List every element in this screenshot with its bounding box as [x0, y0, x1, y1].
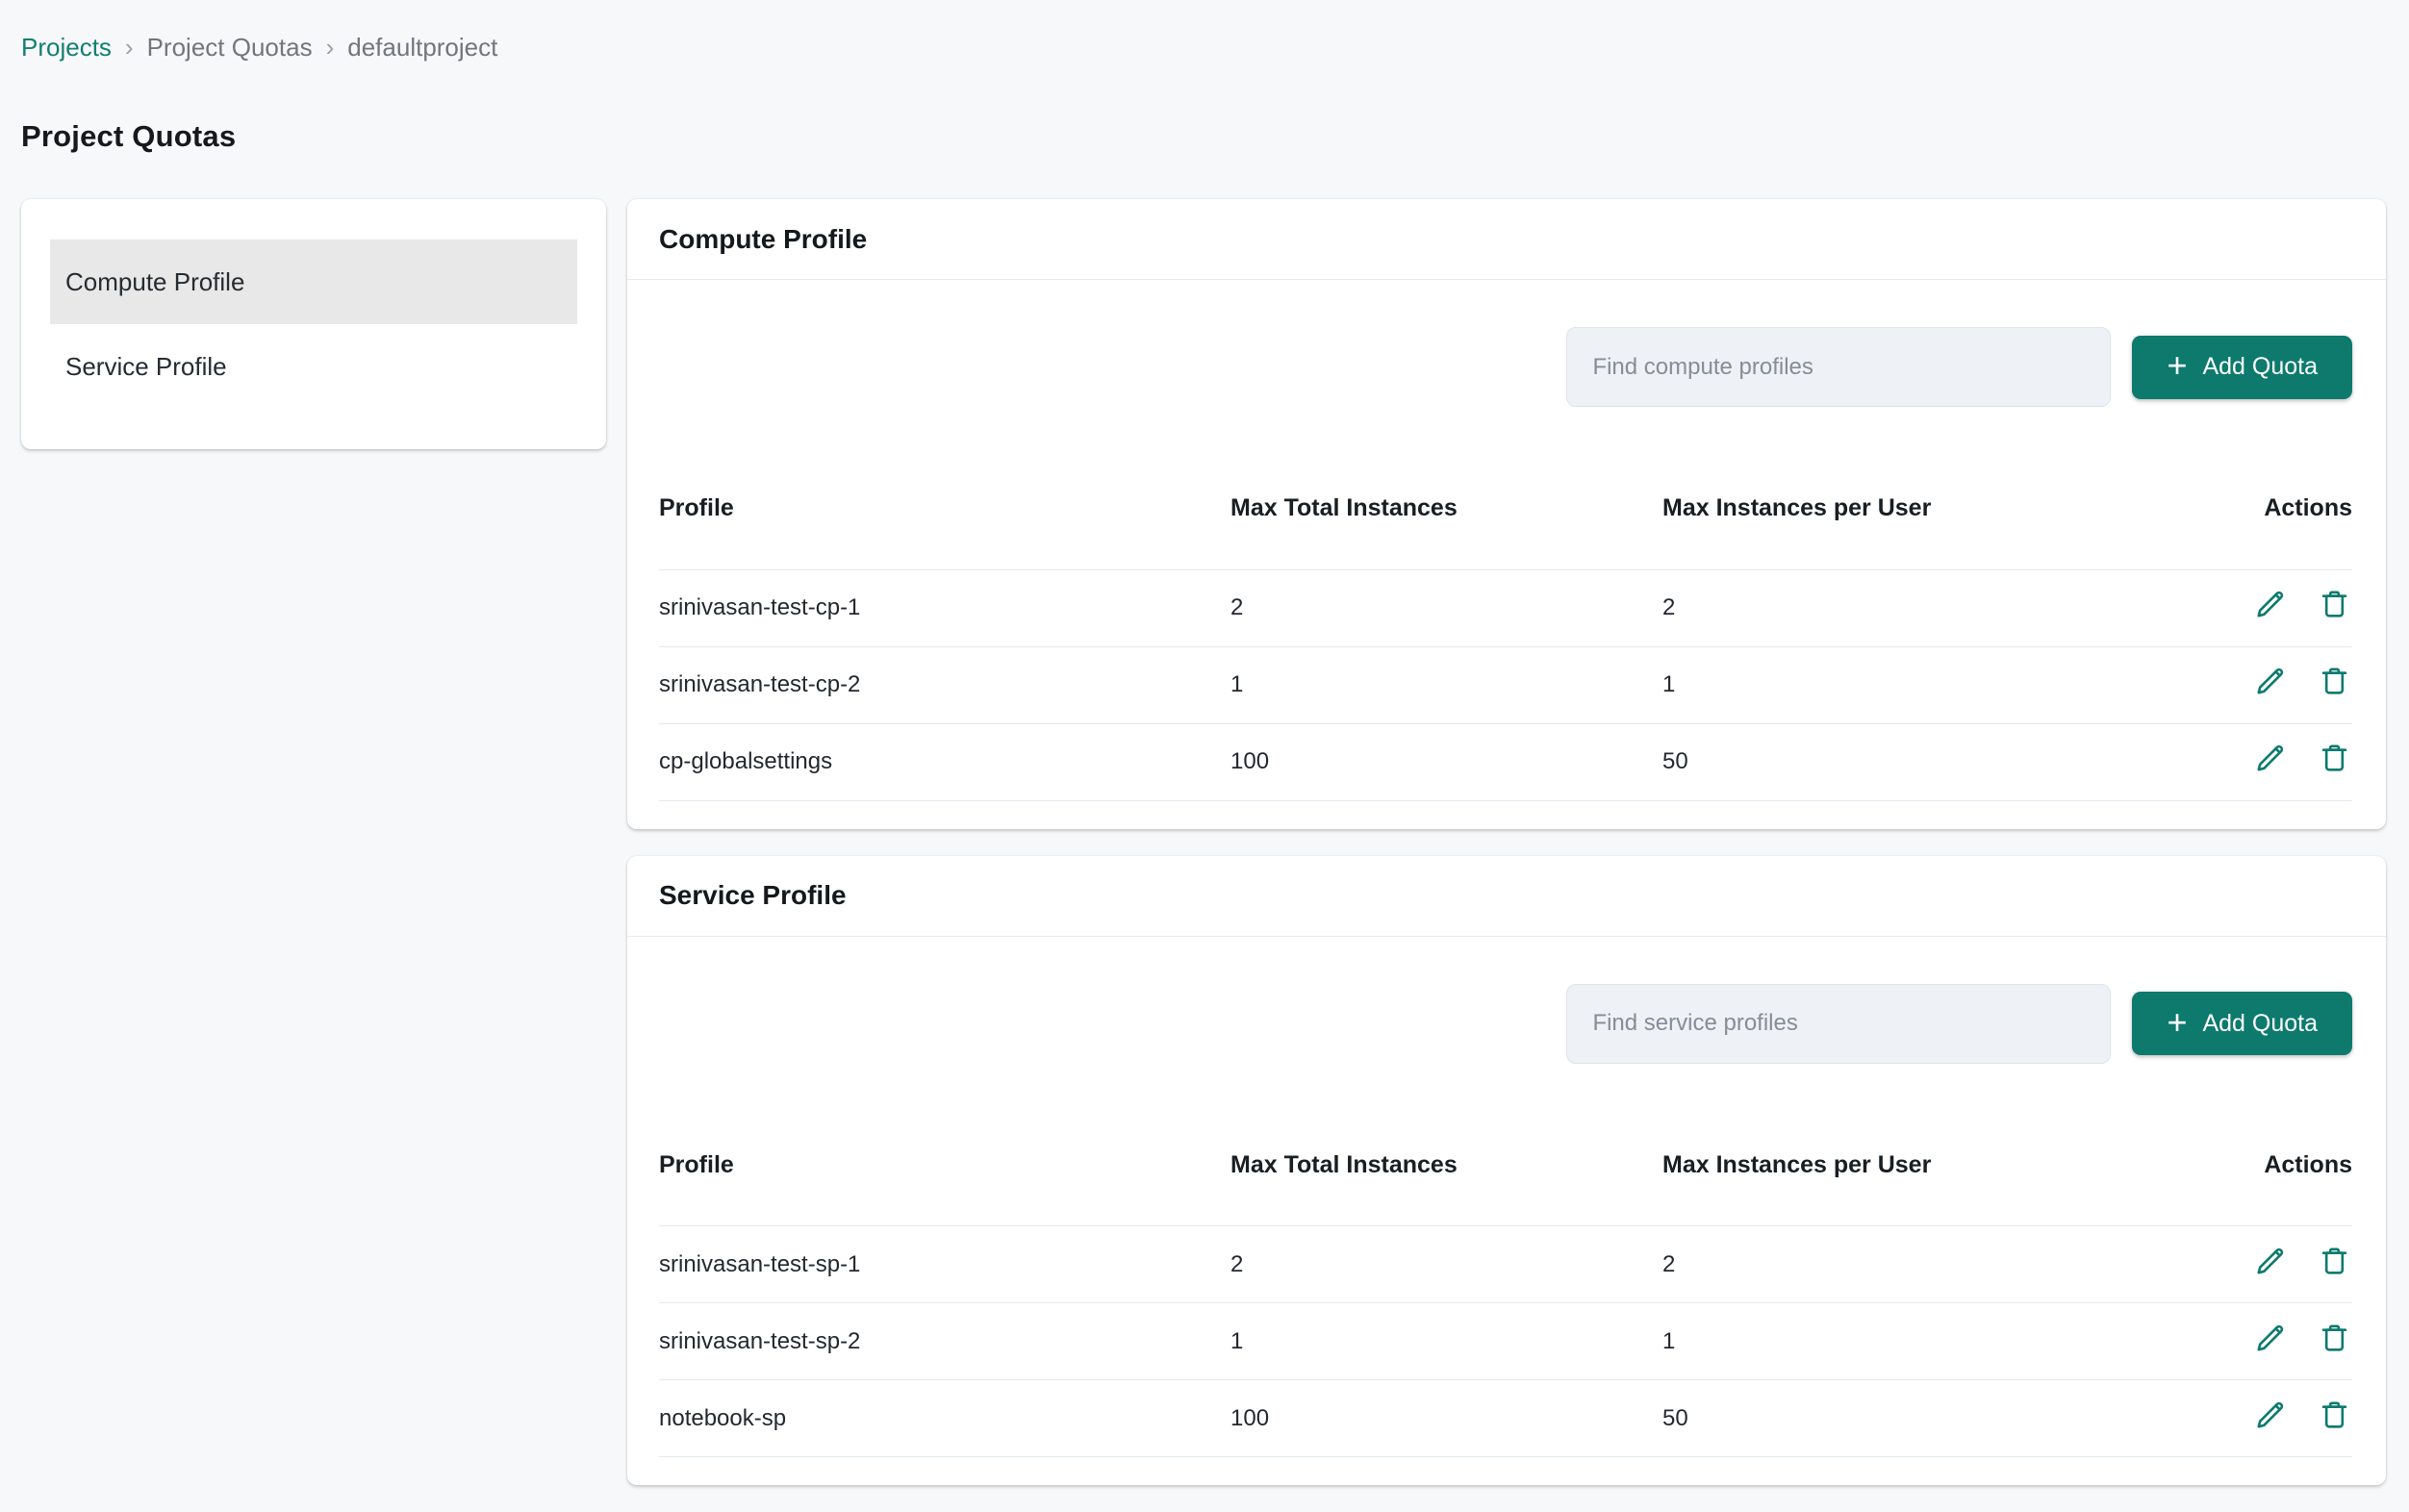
max-instances-per-user-cell: 2 [1662, 569, 2094, 646]
max-total-instances-cell: 100 [1230, 723, 1662, 800]
trash-icon [2317, 587, 2352, 622]
edit-quota-button[interactable] [2252, 1321, 2288, 1356]
pencil-icon [2252, 741, 2288, 776]
actions-cell [2094, 1303, 2352, 1380]
service-profiles-search-input[interactable] [1566, 984, 2111, 1064]
main-column: Compute Profile + Add Quota [627, 199, 2386, 1485]
delete-quota-button[interactable] [2317, 587, 2352, 622]
compute-profile-card-header: Compute Profile [627, 199, 2386, 280]
table-row: srinivasan-test-cp-1 2 2 [659, 569, 2352, 646]
service-profile-toolbar: + Add Quota [659, 984, 2352, 1064]
card-title-service-profile: Service Profile [659, 880, 847, 911]
delete-quota-button[interactable] [2317, 1321, 2352, 1356]
max-total-instances-cell: 1 [1230, 646, 1662, 723]
profile-name-cell: cp-globalsettings [659, 723, 1230, 800]
breadcrumb: Projects › Project Quotas › defaultproje… [21, 29, 2386, 65]
column-header-max-instances-per-user: Max Instances per User [1662, 1105, 2094, 1226]
table-row: srinivasan-test-sp-1 2 2 [659, 1226, 2352, 1303]
actions-cell [2094, 1380, 2352, 1457]
pencil-icon [2252, 1398, 2288, 1433]
service-profile-card: Service Profile + Add Quota [627, 856, 2386, 1486]
table-row: cp-globalsettings 100 50 [659, 723, 2352, 800]
project-quotas-page: Projects › Project Quotas › defaultproje… [0, 0, 2409, 1485]
trash-icon [2317, 1244, 2352, 1279]
add-quota-button-label: Add Quota [2202, 353, 2318, 381]
max-total-instances-cell: 1 [1230, 1303, 1662, 1380]
max-total-instances-cell: 2 [1230, 569, 1662, 646]
edit-quota-button[interactable] [2252, 1398, 2288, 1433]
profile-name-cell: srinivasan-test-cp-2 [659, 646, 1230, 723]
trash-icon [2317, 741, 2352, 776]
trash-icon [2317, 1398, 2352, 1433]
breadcrumb-item-projects[interactable]: Projects [21, 29, 112, 65]
chevron-right-icon: › [326, 29, 335, 65]
service-profile-card-header: Service Profile [627, 856, 2386, 937]
column-header-actions: Actions [2094, 1105, 2352, 1226]
column-header-profile: Profile [659, 448, 1230, 569]
max-instances-per-user-cell: 1 [1662, 1303, 2094, 1380]
column-header-actions: Actions [2094, 448, 2352, 569]
add-quota-button-label: Add Quota [2202, 1010, 2318, 1038]
compute-add-quota-button[interactable]: + Add Quota [2132, 336, 2352, 399]
table-header-row: Profile Max Total Instances Max Instance… [659, 448, 2352, 569]
compute-quota-table: Profile Max Total Instances Max Instance… [659, 448, 2352, 801]
content-area: Compute Profile Service Profile Compute … [21, 199, 2386, 1485]
delete-quota-button[interactable] [2317, 741, 2352, 776]
delete-quota-button[interactable] [2317, 1398, 2352, 1433]
actions-cell [2094, 569, 2352, 646]
actions-cell [2094, 646, 2352, 723]
actions-cell [2094, 723, 2352, 800]
edit-quota-button[interactable] [2252, 741, 2288, 776]
breadcrumb-item-project-quotas[interactable]: Project Quotas [147, 29, 313, 65]
delete-quota-button[interactable] [2317, 1244, 2352, 1279]
trash-icon [2317, 1321, 2352, 1356]
table-row: notebook-sp 100 50 [659, 1380, 2352, 1457]
trash-icon [2317, 664, 2352, 699]
plus-icon: + [2167, 1005, 2187, 1040]
profile-name-cell: srinivasan-test-sp-1 [659, 1226, 1230, 1303]
profile-name-cell: srinivasan-test-cp-1 [659, 569, 1230, 646]
actions-cell [2094, 1226, 2352, 1303]
compute-profile-card-body: + Add Quota Profile Max Total Instances … [627, 327, 2386, 829]
pencil-icon [2252, 1244, 2288, 1279]
pencil-icon [2252, 1321, 2288, 1356]
max-instances-per-user-cell: 1 [1662, 646, 2094, 723]
card-title-compute-profile: Compute Profile [659, 224, 867, 255]
column-header-profile: Profile [659, 1105, 1230, 1226]
max-instances-per-user-cell: 2 [1662, 1226, 2094, 1303]
max-total-instances-cell: 2 [1230, 1226, 1662, 1303]
profile-type-sidebar: Compute Profile Service Profile [21, 199, 606, 449]
table-row: srinivasan-test-cp-2 1 1 [659, 646, 2352, 723]
table-row: srinivasan-test-sp-2 1 1 [659, 1303, 2352, 1380]
profile-name-cell: srinivasan-test-sp-2 [659, 1303, 1230, 1380]
compute-profile-toolbar: + Add Quota [659, 327, 2352, 407]
sidebar-item-service-profile[interactable]: Service Profile [50, 324, 577, 409]
delete-quota-button[interactable] [2317, 664, 2352, 699]
pencil-icon [2252, 587, 2288, 622]
max-instances-per-user-cell: 50 [1662, 1380, 2094, 1457]
edit-quota-button[interactable] [2252, 1244, 2288, 1279]
compute-profiles-search-input[interactable] [1566, 327, 2111, 407]
breadcrumb-item-current-project: defaultproject [347, 29, 497, 65]
profile-name-cell: notebook-sp [659, 1380, 1230, 1457]
compute-profile-card: Compute Profile + Add Quota [627, 199, 2386, 829]
service-add-quota-button[interactable]: + Add Quota [2132, 992, 2352, 1055]
page-title: Project Quotas [21, 119, 2386, 154]
edit-quota-button[interactable] [2252, 664, 2288, 699]
plus-icon: + [2167, 348, 2187, 383]
pencil-icon [2252, 664, 2288, 699]
chevron-right-icon: › [125, 29, 134, 65]
table-header-row: Profile Max Total Instances Max Instance… [659, 1105, 2352, 1226]
column-header-max-instances-per-user: Max Instances per User [1662, 448, 2094, 569]
service-profile-card-body: + Add Quota Profile Max Total Instances … [627, 984, 2386, 1486]
max-instances-per-user-cell: 50 [1662, 723, 2094, 800]
service-quota-table: Profile Max Total Instances Max Instance… [659, 1105, 2352, 1458]
column-header-max-total-instances: Max Total Instances [1230, 1105, 1662, 1226]
column-header-max-total-instances: Max Total Instances [1230, 448, 1662, 569]
edit-quota-button[interactable] [2252, 587, 2288, 622]
max-total-instances-cell: 100 [1230, 1380, 1662, 1457]
sidebar-item-compute-profile[interactable]: Compute Profile [50, 239, 577, 324]
